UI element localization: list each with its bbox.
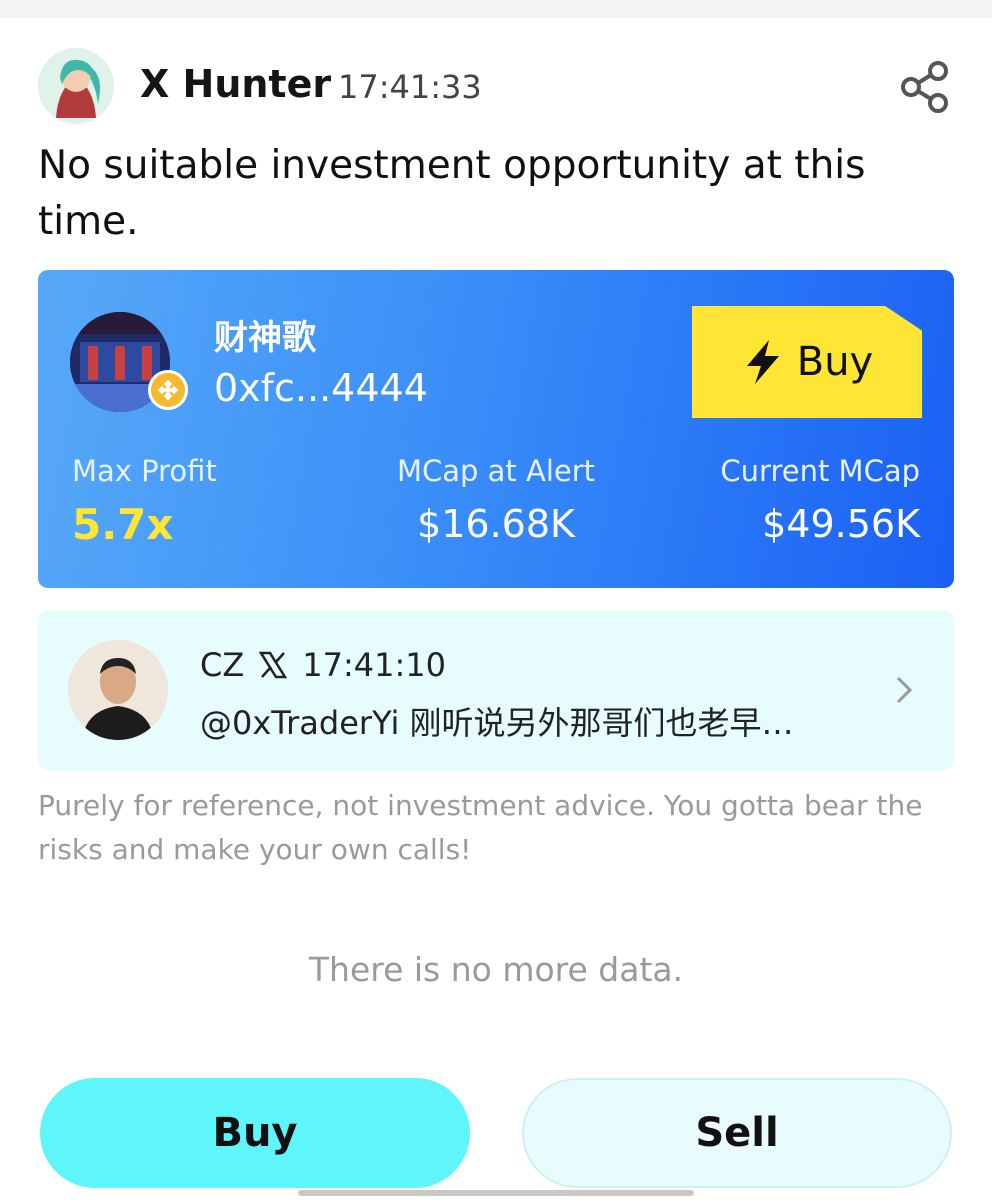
top-strip [0, 0, 992, 18]
token-buy-button[interactable]: Buy [692, 306, 922, 418]
tweet-text: @0xTraderYi 刚听说另外那哥们也老早… [200, 704, 794, 742]
tweet-card[interactable]: CZ 17:41:10 @0xTraderYi 刚听说另外那哥们也老早… [38, 610, 954, 770]
author-avatar[interactable] [38, 48, 114, 124]
disclaimer-text: Purely for reference, not investment adv… [38, 789, 923, 866]
token-card[interactable]: 财神歌 0xfc...4444 Buy Max Profit 5.7x MCap… [38, 270, 954, 588]
tweet-author: CZ [200, 646, 245, 684]
sell-button[interactable]: Sell [522, 1078, 952, 1188]
post-text: No suitable investment opportunity at th… [38, 143, 866, 244]
tweet-header: CZ 17:41:10 [200, 646, 446, 684]
x-logo-icon [259, 651, 288, 679]
current-mcap-value: $49.56K [762, 502, 920, 546]
token-address[interactable]: 0xfc...4444 [214, 366, 428, 410]
post-time: 17:41:33 [338, 68, 482, 106]
tweet-author-avatar [68, 640, 168, 740]
token-buy-label: Buy [796, 339, 874, 385]
tweet-time: 17:41:10 [302, 646, 446, 684]
token-name: 财神歌 [214, 318, 316, 358]
bnb-chain-icon [148, 370, 188, 410]
home-indicator[interactable] [298, 1190, 694, 1196]
buy-button[interactable]: Buy [40, 1078, 470, 1188]
chevron-right-icon[interactable] [888, 674, 920, 706]
empty-state-text: There is no more data. [308, 950, 684, 989]
lightning-icon [746, 340, 779, 384]
current-mcap-label: Current MCap [720, 454, 920, 488]
share-icon[interactable] [898, 60, 952, 114]
author-name[interactable]: X Hunter [140, 62, 331, 106]
